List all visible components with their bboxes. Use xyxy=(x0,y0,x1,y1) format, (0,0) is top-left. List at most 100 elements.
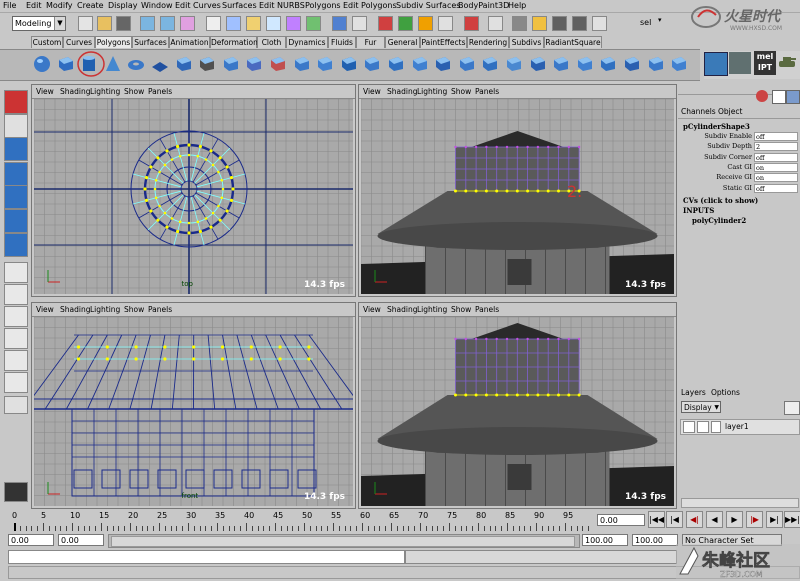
spherical-map-icon[interactable] xyxy=(551,54,571,74)
range-slider-bar[interactable] xyxy=(111,536,575,547)
separate-icon[interactable] xyxy=(244,54,264,74)
history-icon[interactable] xyxy=(464,16,479,31)
viewport-menu-show[interactable]: Show xyxy=(451,305,471,314)
shelf-tab-painteffects[interactable]: PaintEffects xyxy=(420,36,467,48)
menu-modify[interactable]: Modify xyxy=(46,1,73,10)
shelf-tab-radiantsquare[interactable]: RadiantSquare xyxy=(544,36,602,48)
viewport-canvas[interactable]: 2.14.3 fps xyxy=(361,99,674,294)
viewport-menu-view[interactable]: View xyxy=(363,87,381,96)
cut-faces-icon[interactable] xyxy=(646,54,666,74)
viewport-menu-view[interactable]: View xyxy=(363,305,381,314)
range-slider[interactable] xyxy=(108,534,580,548)
render-mask-icon[interactable] xyxy=(332,16,347,31)
bevel-icon[interactable] xyxy=(410,54,430,74)
shelf-tab-fur[interactable]: Fur xyxy=(356,36,385,48)
shelf-tab-cloth[interactable]: Cloth xyxy=(257,36,286,48)
shelf-tab-fluids[interactable]: Fluids xyxy=(328,36,356,48)
tank-icon[interactable] xyxy=(778,55,796,69)
step-forward-frame-icon[interactable]: |▶ xyxy=(746,511,763,528)
channel-tab[interactable]: Channels xyxy=(681,107,716,116)
channel-attr-value[interactable]: on xyxy=(754,173,798,182)
merge-vertices-icon[interactable] xyxy=(386,54,406,74)
step-back-frame-icon[interactable]: ◀| xyxy=(686,511,703,528)
render-sphere-icon[interactable] xyxy=(756,90,768,102)
layer-color-swatch[interactable] xyxy=(711,421,721,433)
joint-mask-icon[interactable] xyxy=(226,16,241,31)
shelf-tab-custom[interactable]: Custom xyxy=(31,36,63,48)
play-forward-icon[interactable]: ▶ xyxy=(726,511,743,528)
go-to-start-icon[interactable]: |◀◀ xyxy=(648,511,665,528)
select-tool-icon[interactable] xyxy=(4,90,28,114)
checker-icon[interactable] xyxy=(704,52,728,76)
select-hierarchy-icon[interactable] xyxy=(140,16,155,31)
scale-tool-icon[interactable] xyxy=(4,209,28,233)
create-poly-icon[interactable] xyxy=(174,54,194,74)
layer-display-type[interactable] xyxy=(697,421,709,433)
side-by-side-layout-icon[interactable] xyxy=(4,306,28,327)
curve-mask-icon[interactable] xyxy=(246,16,261,31)
render-view-icon[interactable] xyxy=(512,16,527,31)
cvs-toggle[interactable]: CVs (click to show) xyxy=(683,196,758,205)
viewport-menu-shading[interactable]: Shading xyxy=(60,305,90,314)
render-globals-icon[interactable] xyxy=(572,16,587,31)
planar-map-icon[interactable] xyxy=(504,54,524,74)
menu-create[interactable]: Create xyxy=(77,1,104,10)
shelf-tab-animation[interactable]: Animation xyxy=(169,36,210,48)
extrude-edge-icon[interactable] xyxy=(339,54,359,74)
paint-select-tool-icon[interactable] xyxy=(4,137,28,161)
make-live-icon[interactable] xyxy=(488,16,503,31)
step-back-key-icon[interactable]: |◀ xyxy=(666,511,683,528)
viewport-menu-show[interactable]: Show xyxy=(451,87,471,96)
menu-edit-polygons[interactable]: Edit Polygons xyxy=(343,1,397,10)
layer-display-dropdown[interactable]: Display▼ xyxy=(681,401,721,413)
channel-attr-value[interactable]: off xyxy=(754,132,798,141)
menu-bodypaint3d[interactable]: BodyPaint3D xyxy=(458,1,509,10)
four-pane-layout-icon[interactable] xyxy=(4,284,28,305)
save-scene-icon[interactable] xyxy=(116,16,131,31)
mel-script-button[interactable]: mel IPT xyxy=(754,51,776,75)
viewport-menu-lighting[interactable]: Lighting xyxy=(90,305,120,314)
lasso-tool-icon[interactable] xyxy=(4,114,28,138)
options-menu[interactable]: Options xyxy=(711,388,740,397)
current-time-field[interactable]: 0.00 xyxy=(597,514,645,526)
shelf-tab-surfaces[interactable]: Surfaces xyxy=(132,36,169,48)
auto-map-icon[interactable] xyxy=(575,54,595,74)
tool-settings-icon[interactable] xyxy=(786,90,800,104)
wireframe-icon[interactable] xyxy=(729,52,751,74)
viewport-menu-panels[interactable]: Panels xyxy=(475,87,499,96)
viewport-menu-show[interactable]: Show xyxy=(124,305,144,314)
chevron-down-icon[interactable]: ▾ xyxy=(658,16,670,29)
shelf-tab-curves[interactable]: Curves xyxy=(63,36,95,48)
channel-attr-value[interactable]: on xyxy=(754,163,798,172)
viewport-menu-shading[interactable]: Shading xyxy=(387,305,417,314)
dynamics-mask-icon[interactable] xyxy=(306,16,321,31)
layer-visibility-toggle[interactable] xyxy=(683,421,695,433)
viewport-menu-panels[interactable]: Panels xyxy=(475,305,499,314)
viewport-menu-shading[interactable]: Shading xyxy=(387,87,417,96)
viewport-menu-lighting[interactable]: Lighting xyxy=(417,305,447,314)
shelf-tab-deformation[interactable]: Deformation xyxy=(210,36,257,48)
rotate-tool-icon[interactable] xyxy=(4,185,28,209)
viewport-canvas[interactable]: 14.3 fps xyxy=(361,317,674,506)
input-node[interactable]: polyCylinder2 xyxy=(692,216,746,225)
viewport-canvas[interactable]: 14.3 fpstop xyxy=(34,99,353,294)
graph-layout-icon[interactable] xyxy=(4,350,28,371)
menu-edit[interactable]: Edit xyxy=(26,1,42,10)
viewport-menu-view[interactable]: View xyxy=(36,305,54,314)
open-scene-icon[interactable] xyxy=(97,16,112,31)
outliner-layout-icon[interactable] xyxy=(4,328,28,349)
menu-file[interactable]: File xyxy=(3,1,16,10)
quadrangulate-icon[interactable] xyxy=(480,54,500,74)
end-time-field[interactable]: 100.00 xyxy=(632,534,678,546)
wedge-face-icon[interactable] xyxy=(433,54,453,74)
poly-torus-icon[interactable] xyxy=(126,54,146,74)
channel-attr-value[interactable]: off xyxy=(754,184,798,193)
step-forward-key-icon[interactable]: ▶| xyxy=(766,511,783,528)
hypershade-layout-icon[interactable] xyxy=(4,372,28,393)
snap-point-icon[interactable] xyxy=(418,16,433,31)
shelf-tab-rendering[interactable]: Rendering xyxy=(467,36,509,48)
attribute-editor-icon[interactable] xyxy=(772,90,786,104)
channel-attr-value[interactable]: off xyxy=(754,153,798,162)
viewport-menu-lighting[interactable]: Lighting xyxy=(90,87,120,96)
single-pane-layout-icon[interactable] xyxy=(4,262,28,283)
